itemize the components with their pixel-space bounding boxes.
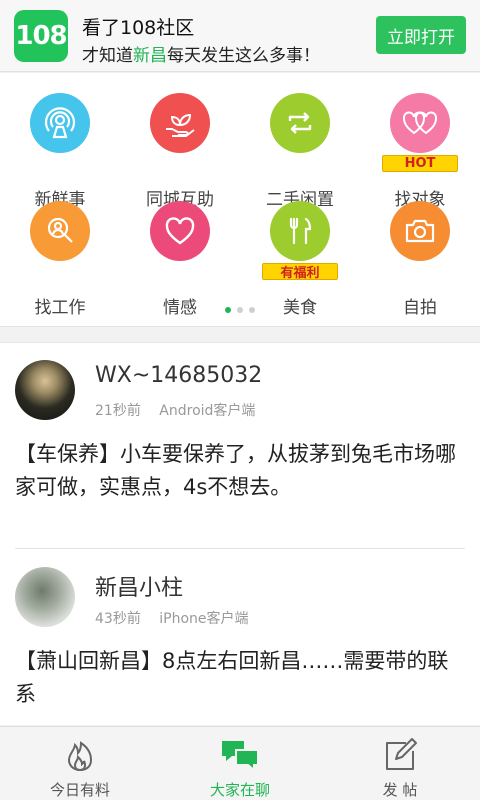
fork-knife-icon [270, 201, 330, 261]
chat-bubbles-icon [220, 735, 260, 775]
tab-post[interactable]: 发 帖 [320, 727, 480, 800]
category-label: 自拍 [403, 298, 437, 318]
bottom-tab-bar: 今日有料 大家在聊 发 帖 [0, 726, 480, 800]
post-item[interactable]: 新昌小柱 43秒前 iPhone客户端 【萧山回新昌】8点左右回新昌……需要带的… [0, 549, 480, 725]
category-mutual-help[interactable]: 同城互助 [120, 93, 240, 210]
category-emotion[interactable]: 情感 [120, 201, 240, 318]
category-dating[interactable]: HOT 找对象 [360, 93, 480, 210]
tab-label: 今日有料 [49, 781, 110, 799]
page-indicator [0, 307, 480, 313]
banner-subtitle-prefix: 才知道 [82, 46, 133, 66]
plant-hand-icon [150, 93, 210, 153]
flame-icon [60, 735, 100, 775]
hearts-icon [390, 93, 450, 153]
page-dot[interactable] [225, 307, 231, 313]
post-time: 43秒前 [95, 611, 141, 627]
page-dot[interactable] [237, 307, 243, 313]
category-food[interactable]: 有福利 美食 [240, 201, 360, 318]
category-label: 找工作 [34, 298, 86, 318]
post-feed[interactable]: WX~14685032 21秒前 Android客户端 【车保养】小车要保养了，… [0, 342, 480, 725]
category-label: 美食 [283, 298, 317, 318]
banner-subtitle-suffix: 每天发生这么多事！ [167, 46, 320, 66]
open-app-button[interactable]: 立即打开 [376, 16, 466, 54]
post-time: 21秒前 [95, 403, 141, 419]
benefit-badge: 有福利 [262, 263, 338, 281]
banner-subtitle-highlight: 新昌 [133, 46, 167, 66]
banner-subtitle: 才知道新昌每天发生这么多事！ [82, 41, 320, 66]
category-label: 情感 [163, 298, 197, 318]
page-dot[interactable] [249, 307, 255, 313]
category-selfie[interactable]: 自拍 [360, 201, 480, 318]
post-username[interactable]: 新昌小柱 [95, 570, 183, 602]
category-second-hand[interactable]: 二手闲置 [240, 93, 360, 210]
category-news[interactable]: 新鲜事 [0, 93, 120, 210]
heart-icon [150, 201, 210, 261]
job-search-icon [30, 201, 90, 261]
edit-icon [380, 735, 420, 775]
category-jobs[interactable]: 找工作 [0, 201, 120, 318]
user-avatar[interactable] [15, 567, 75, 627]
post-content: 【车保养】小车要保养了，从拔茅到兔毛市场哪家可做，实惠点，4s不想去。 [15, 442, 456, 499]
app-download-banner[interactable]: 108 看了108社区 才知道新昌每天发生这么多事！ 立即打开 [0, 0, 480, 72]
banner-title: 看了108社区 [82, 17, 195, 39]
tab-today[interactable]: 今日有料 [0, 727, 160, 800]
post-content: 【萧山回新昌】8点左右回新昌……需要带的联系 [15, 649, 449, 706]
hot-badge: HOT [382, 155, 458, 172]
post-meta: 43秒前 iPhone客户端 [95, 608, 249, 628]
post-client: iPhone客户端 [159, 611, 249, 627]
post-meta: 21秒前 Android客户端 [95, 400, 255, 420]
camera-icon [390, 201, 450, 261]
tab-chat[interactable]: 大家在聊 [160, 727, 320, 800]
tab-label: 发 帖 [382, 781, 418, 799]
category-grid: 新鲜事 同城互助 二手闲置 HOT 找对象 找工作 情感 有福利 美食 自拍 [0, 73, 480, 327]
exchange-icon [270, 93, 330, 153]
post-client: Android客户端 [159, 403, 256, 419]
post-item[interactable]: WX~14685032 21秒前 Android客户端 【车保养】小车要保养了，… [0, 343, 480, 549]
post-username[interactable]: WX~14685032 [95, 363, 262, 388]
broadcast-icon [30, 93, 90, 153]
tab-label: 大家在聊 [209, 781, 270, 799]
user-avatar[interactable] [15, 360, 75, 420]
app-logo: 108 [14, 10, 68, 62]
